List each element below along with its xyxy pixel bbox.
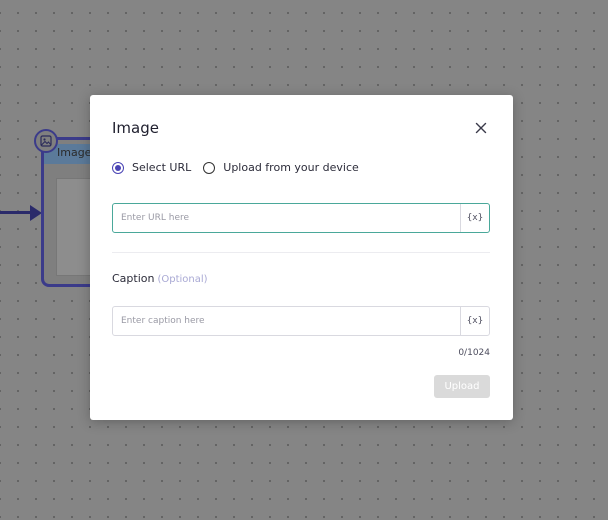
url-input[interactable] (113, 204, 460, 232)
image-node-icon (34, 129, 58, 153)
upload-device-radio[interactable] (203, 161, 216, 174)
select-url-label[interactable]: Select URL (132, 161, 191, 174)
image-modal: Image Select URL Upload from your device… (90, 95, 513, 420)
caption-label-text: Caption (112, 272, 155, 285)
optional-hint: (Optional) (157, 274, 208, 285)
source-options: Select URL Upload from your device (112, 161, 371, 174)
modal-title: Image (112, 119, 159, 137)
caption-char-counter: 0/1024 (458, 348, 490, 358)
close-icon (475, 122, 487, 134)
image-icon (40, 135, 52, 147)
url-variable-button[interactable]: {x} (460, 204, 489, 232)
upload-button[interactable]: Upload (434, 375, 490, 398)
url-field: {x} (112, 203, 490, 233)
caption-input[interactable] (113, 307, 460, 335)
select-url-radio[interactable] (112, 161, 124, 174)
connection-edge (0, 211, 32, 214)
image-node-title: Image (57, 146, 92, 159)
caption-field: {x} (112, 306, 490, 336)
caption-label: Caption (Optional) (112, 272, 208, 285)
close-button[interactable] (473, 120, 489, 136)
upload-device-label[interactable]: Upload from your device (223, 161, 359, 174)
section-divider (112, 252, 490, 253)
caption-variable-button[interactable]: {x} (460, 307, 489, 335)
